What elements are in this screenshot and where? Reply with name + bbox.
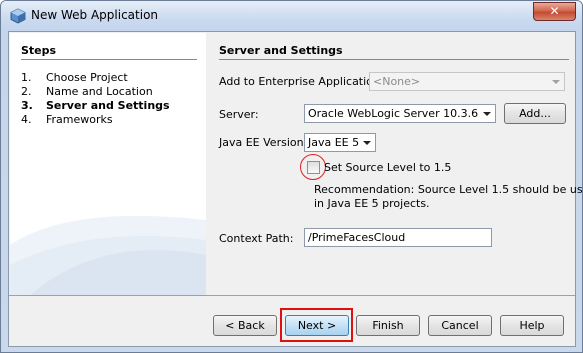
dialog-window: New Web Application ✕ Steps 1. Choose Pro… <box>0 0 583 353</box>
recommendation-line-2: in Java EE 5 projects. <box>314 197 430 210</box>
steps-divider <box>21 59 197 60</box>
javaee-version-value: Java EE 5 <box>308 136 360 149</box>
steps-decoration-graphic <box>10 215 206 295</box>
step-label: Choose Project <box>46 71 128 84</box>
next-button[interactable]: Next > <box>285 315 349 336</box>
steps-panel: Steps 1. Choose Project 2. Name and Locatio… <box>10 33 206 295</box>
context-path-label: Context Path: <box>219 232 294 245</box>
finish-button[interactable]: Finish <box>356 315 420 336</box>
steps-heading: Steps <box>21 44 57 57</box>
source-level-checkbox[interactable] <box>307 161 320 174</box>
javaee-version-select[interactable]: Java EE 5 <box>304 133 376 152</box>
step-number: 3. <box>21 99 33 112</box>
context-path-input[interactable]: /PrimeFacesCloud <box>304 228 492 247</box>
close-icon: ✕ <box>549 4 560 18</box>
title-bar[interactable]: New Web Application ✕ <box>1 1 582 31</box>
enterprise-app-select: <None> <box>369 72 565 91</box>
dialog-client-area: Steps 1. Choose Project 2. Name and Locatio… <box>8 31 582 347</box>
cancel-button[interactable]: Cancel <box>428 315 492 336</box>
window-title: New Web Application <box>31 8 159 22</box>
context-path-value: /PrimeFacesCloud <box>308 231 406 244</box>
netbeans-cube-icon <box>10 8 26 24</box>
panel-heading: Server and Settings <box>219 44 343 57</box>
server-select[interactable]: Oracle WebLogic Server 10.3.6 <box>304 104 496 123</box>
step-label: Server and Settings <box>46 99 170 112</box>
source-level-label[interactable]: Set Source Level to 1.5 <box>324 161 451 174</box>
button-bar-divider <box>9 295 575 296</box>
back-button[interactable]: < Back <box>213 315 277 336</box>
panel-divider <box>219 59 569 60</box>
recommendation-line-1: Recommendation: Source Level 1.5 should … <box>314 183 583 196</box>
server-value: Oracle WebLogic Server 10.3.6 <box>308 107 479 120</box>
close-button[interactable]: ✕ <box>533 2 576 21</box>
step-number: 2. <box>21 85 32 98</box>
server-label: Server: <box>219 108 259 121</box>
step-number: 1. <box>21 71 32 84</box>
chevron-down-icon <box>359 134 375 151</box>
add-server-button[interactable]: Add... <box>504 103 566 124</box>
step-label: Frameworks <box>46 113 113 126</box>
chevron-down-icon <box>548 73 564 90</box>
help-button[interactable]: Help <box>500 315 564 336</box>
settings-panel: Server and Settings Add to Enterprise Ap… <box>206 33 582 295</box>
enterprise-app-value: <None> <box>373 75 421 88</box>
enterprise-label: Add to Enterprise Application: <box>219 75 384 88</box>
chevron-down-icon <box>479 105 495 122</box>
step-label: Name and Location <box>46 85 153 98</box>
javaee-version-label: Java EE Version: <box>219 136 308 149</box>
step-number: 4. <box>21 113 32 126</box>
